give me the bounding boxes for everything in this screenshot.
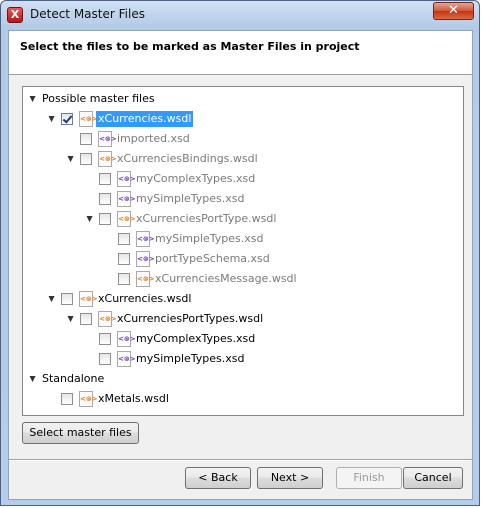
- tree-file-row[interactable]: <⊗> myComplexTypes.xsd: [23, 330, 463, 348]
- tree-group-label: Possible master files: [42, 92, 155, 105]
- expand-toggle-icon[interactable]: ▲: [66, 150, 75, 168]
- file-name-label: xCurrencies.wsdl: [98, 292, 192, 305]
- xsd-file-icon: <⊗>: [136, 231, 155, 247]
- file-name-label: myComplexTypes.xsd: [136, 172, 256, 185]
- tree-file-row[interactable]: ▲ <⊗> xCurrencies.wsdl: [23, 290, 463, 308]
- tree-file-row[interactable]: <⊗> myComplexTypes.xsd: [23, 170, 463, 188]
- file-checkbox[interactable]: [99, 353, 111, 365]
- expand-toggle-icon[interactable]: ▲: [28, 90, 37, 108]
- back-button[interactable]: < Back: [185, 467, 251, 489]
- file-tree[interactable]: ▲ Possible master files ▲ <⊗> xCurrencies.ws…: [22, 86, 464, 416]
- file-checkbox[interactable]: [80, 153, 92, 165]
- tree-file-row[interactable]: ▲ <⊗> xCurrencies.wsdl: [23, 110, 463, 128]
- expand-toggle-icon[interactable]: ▲: [28, 370, 37, 388]
- next-button-label: Next >: [270, 471, 310, 484]
- file-name-label: portTypeSchema.xsd: [155, 252, 270, 265]
- xsd-file-icon: <⊗>: [117, 191, 136, 207]
- expand-toggle-icon[interactable]: ▲: [47, 110, 56, 128]
- tree-file-row[interactable]: <⊗> xMetals.wsdl: [23, 390, 463, 408]
- wsdl-file-icon: <⊗>: [79, 291, 98, 307]
- file-checkbox[interactable]: [99, 213, 111, 225]
- file-checkbox[interactable]: [61, 293, 73, 305]
- file-name-label: mySimpleTypes.xsd: [136, 352, 245, 365]
- close-button[interactable]: ✕: [433, 2, 474, 20]
- wsdl-file-icon: <⊗>: [79, 391, 98, 407]
- tree-group-row[interactable]: ▲ Possible master files: [23, 90, 463, 108]
- file-name-label: mySimpleTypes.xsd: [155, 232, 264, 245]
- file-name-label: xCurrenciesPortTypes.wsdl: [117, 312, 264, 325]
- tree-file-row[interactable]: <⊗> mySimpleTypes.xsd: [23, 230, 463, 248]
- tree-file-row[interactable]: <⊗> mySimpleTypes.xsd: [23, 190, 463, 208]
- file-checkbox[interactable]: [118, 253, 130, 265]
- expand-toggle-icon[interactable]: ▲: [47, 290, 56, 308]
- file-name-label: myComplexTypes.xsd: [136, 332, 256, 345]
- tree-file-row[interactable]: <⊗> mySimpleTypes.xsd: [23, 350, 463, 368]
- tree-file-row[interactable]: ▲ <⊗> xCurrenciesPortTypes.wsdl: [23, 310, 463, 328]
- xsd-file-icon: <⊗>: [117, 351, 136, 367]
- file-checkbox[interactable]: [99, 333, 111, 345]
- header-band: Select the files to be marked as Master …: [9, 31, 472, 75]
- app-icon: X: [7, 7, 23, 23]
- select-master-files-label: Select master files: [29, 426, 132, 439]
- file-checkbox[interactable]: [80, 313, 92, 325]
- file-checkbox[interactable]: [118, 273, 130, 285]
- finish-button[interactable]: Finish: [336, 467, 402, 489]
- wsdl-file-icon: <⊗>: [98, 151, 117, 167]
- file-checkbox[interactable]: [61, 113, 73, 125]
- file-name-label: xCurrenciesBindings.wsdl: [117, 152, 258, 165]
- tree-file-row[interactable]: ▲ <⊗> xCurrenciesBindings.wsdl: [23, 150, 463, 168]
- expand-toggle-icon[interactable]: ▲: [66, 310, 75, 328]
- file-name-label: imported.xsd: [117, 132, 190, 145]
- next-button[interactable]: Next >: [257, 467, 323, 489]
- cancel-button[interactable]: Cancel: [403, 467, 463, 489]
- file-name-label: xCurrencies.wsdl: [96, 111, 194, 127]
- button-separator: [9, 459, 472, 461]
- xsd-file-icon: <⊗>: [98, 131, 117, 147]
- wsdl-file-icon: <⊗>: [98, 311, 117, 327]
- file-name-label: mySimpleTypes.xsd: [136, 192, 245, 205]
- wsdl-file-icon: <⊗>: [136, 271, 155, 287]
- tree-group-row[interactable]: ▲ Standalone: [23, 370, 463, 388]
- header-title: Select the files to be marked as Master …: [20, 40, 360, 53]
- dialog-window: X Detect Master Files ✕ Select the files…: [0, 0, 480, 506]
- xsd-file-icon: <⊗>: [136, 251, 155, 267]
- finish-button-label: Finish: [353, 471, 385, 484]
- tree-file-row[interactable]: <⊗> portTypeSchema.xsd: [23, 250, 463, 268]
- back-button-label: < Back: [198, 471, 238, 484]
- cancel-button-label: Cancel: [414, 471, 452, 484]
- file-name-label: xCurrenciesMessage.wsdl: [155, 272, 297, 285]
- tree-file-row[interactable]: ▲ <⊗> xCurrenciesPortType.wsdl: [23, 210, 463, 228]
- file-checkbox[interactable]: [61, 393, 73, 405]
- dialog-client: Select the files to be marked as Master …: [8, 30, 473, 500]
- file-checkbox[interactable]: [80, 133, 92, 145]
- file-checkbox[interactable]: [118, 233, 130, 245]
- tree-file-row[interactable]: <⊗> imported.xsd: [23, 130, 463, 148]
- wsdl-file-icon: <⊗>: [117, 211, 136, 227]
- tree-group-label: Standalone: [42, 372, 105, 385]
- tree-file-row[interactable]: <⊗> xCurrenciesMessage.wsdl: [23, 270, 463, 288]
- file-checkbox[interactable]: [99, 173, 111, 185]
- file-checkbox[interactable]: [99, 193, 111, 205]
- title-bar[interactable]: X Detect Master Files ✕: [1, 1, 481, 29]
- expand-toggle-icon[interactable]: ▲: [85, 210, 94, 228]
- wsdl-file-icon: <⊗>: [79, 111, 98, 127]
- window-title: Detect Master Files: [30, 7, 145, 21]
- file-name-label: xCurrenciesPortType.wsdl: [136, 212, 277, 225]
- select-master-files-button[interactable]: Select master files: [22, 422, 139, 444]
- file-name-label: xMetals.wsdl: [98, 392, 169, 405]
- xsd-file-icon: <⊗>: [117, 171, 136, 187]
- xsd-file-icon: <⊗>: [117, 331, 136, 347]
